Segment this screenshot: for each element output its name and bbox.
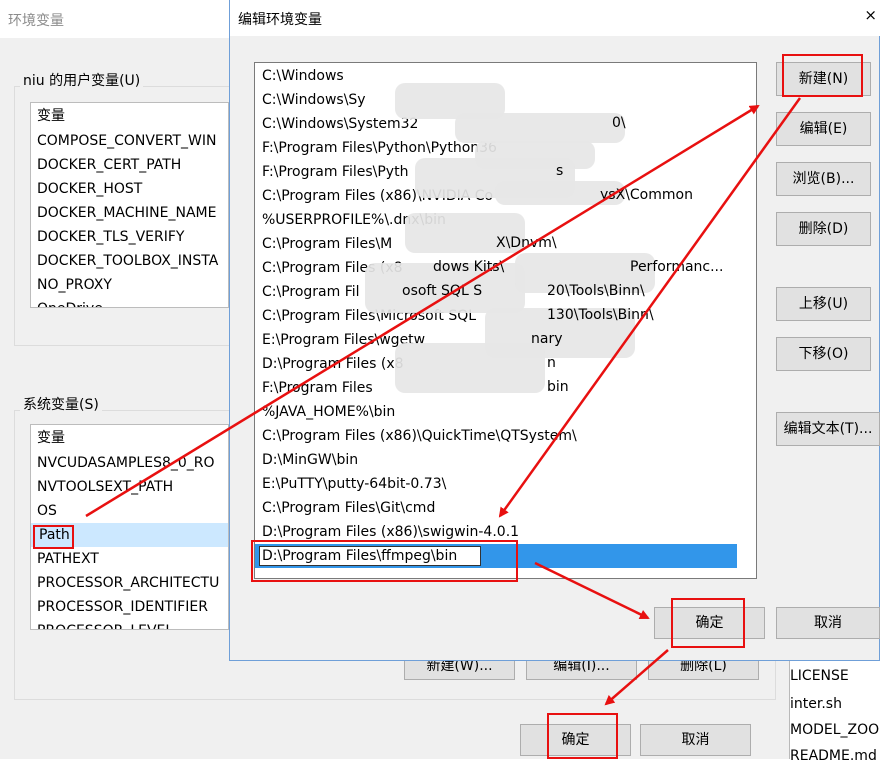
arrow-new-to-edit xyxy=(498,97,802,518)
arrow-path-to-new xyxy=(85,104,760,518)
arrow-edit-to-ok xyxy=(534,561,650,620)
arrow-ok-to-bg-ok xyxy=(604,649,669,706)
annotation-arrows xyxy=(85,97,802,706)
